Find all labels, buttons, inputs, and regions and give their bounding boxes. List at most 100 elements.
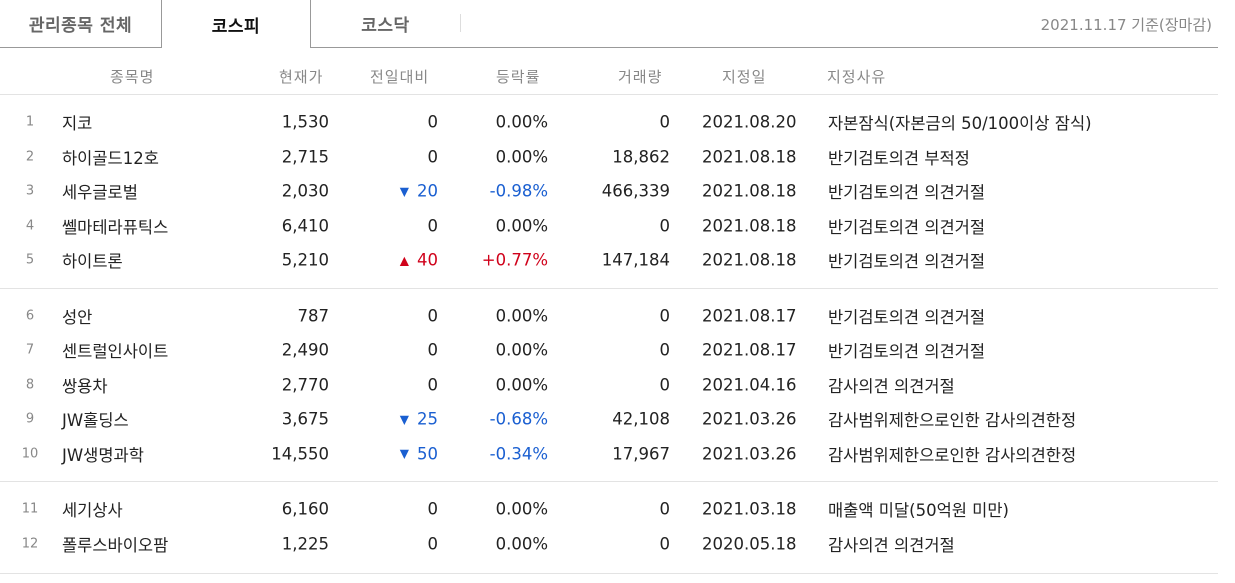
designation-date: 2021.08.18 (702, 216, 797, 236)
designation-reason: 반기검토의견 의견거절 (828, 252, 986, 272)
designation-reason: 반기검토의견 의견거절 (828, 217, 986, 237)
stock-name-link[interactable]: 센트럴인사이트 (62, 338, 168, 362)
change-cell: 0 (428, 375, 439, 394)
row-number: 3 (25, 183, 35, 199)
designation-reason: 감사의견 의견거절 (828, 535, 955, 555)
change-value: 0 (427, 216, 439, 236)
stock-name-link[interactable]: JW홀딩스 (62, 407, 129, 431)
table-header: 종목명 현재가 전일대비 등락률 거래량 지정일 지정사유 (0, 48, 1218, 95)
table-row: 10 JW생명과학 14,550 ▼ 50 -0.34% 17,967 2021.03.26 감… (0, 437, 1218, 472)
change-value: 25 (417, 409, 438, 429)
designation-date: 2021.03.26 (702, 444, 797, 464)
trade-volume: 0 (659, 375, 671, 395)
designation-date: 2021.03.18 (702, 499, 797, 519)
designation-reason: 감사범위제한으로인한 감사의견한정 (828, 445, 1077, 465)
designation-date: 2021.08.17 (702, 306, 797, 326)
table-row: 11 세기상사 6,160 0 0.00% 0 2021.03.18 매출액 미달(50억원 … (0, 492, 1218, 527)
table-row: 4 쎌마테라퓨틱스 6,410 0 0.00% 0 2021.08.18 반기검토의견 의견거… (0, 209, 1218, 244)
change-cell: ▼ 20 (400, 182, 438, 201)
current-price: 787 (297, 306, 330, 326)
current-price: 1,530 (281, 112, 329, 132)
table-row: 8 쌍용차 2,770 0 0.00% 0 2021.04.16 감사의견 의견거절 (0, 368, 1218, 403)
row-number: 4 (25, 218, 35, 234)
change-cell: 0 (428, 113, 439, 132)
stock-name-link[interactable]: 세기상사 (62, 497, 123, 521)
stock-name-link[interactable]: JW생명과학 (62, 442, 144, 466)
stock-name-link[interactable]: 하이트론 (62, 248, 123, 272)
change-rate: 0.00% (495, 375, 548, 395)
as-of-date: 2021.11.17 기준(장마감) (1040, 16, 1212, 34)
designation-date: 2021.08.18 (702, 147, 797, 167)
designation-reason: 반기검토의견 의견거절 (828, 183, 986, 203)
change-rate: -0.34% (489, 444, 548, 464)
designation-reason: 매출액 미달(50억원 미만) (828, 501, 1009, 521)
designation-reason: 자본잠식(자본금의 50/100이상 잠식) (828, 114, 1092, 134)
row-number: 9 (25, 411, 35, 427)
stock-name-link[interactable]: 지코 (62, 110, 92, 134)
change-rate: 0.00% (495, 499, 548, 519)
change-rate: 0.00% (495, 216, 548, 236)
designation-date: 2020.05.18 (702, 534, 797, 554)
col-rate-header: 등락률 (496, 68, 541, 86)
trade-volume: 0 (659, 499, 671, 519)
stock-name-link[interactable]: 하이골드12호 (62, 145, 159, 169)
change-rate: +0.77% (481, 250, 548, 270)
tab-kospi[interactable]: 코스피 (162, 0, 311, 48)
current-price: 5,210 (281, 250, 329, 270)
stock-name-link[interactable]: 세우글로벌 (62, 179, 138, 203)
trade-volume: 0 (659, 340, 671, 360)
trade-volume: 42,108 (612, 409, 670, 429)
designation-reason: 반기검토의견 의견거절 (828, 342, 986, 362)
row-number: 7 (25, 342, 35, 358)
current-price: 6,160 (281, 499, 329, 519)
trade-volume: 18,862 (612, 147, 670, 167)
designation-date: 2021.08.18 (702, 250, 797, 270)
triangle-down-icon: ▼ (399, 412, 409, 427)
table-row: 9 JW홀딩스 3,675 ▼ 25 -0.68% 42,108 2021.03.26 감사범위… (0, 402, 1218, 437)
col-volume-header: 거래량 (618, 68, 663, 86)
col-change-header: 전일대비 (370, 68, 430, 86)
change-rate: 0.00% (495, 306, 548, 326)
row-group: 11 세기상사 6,160 0 0.00% 0 2021.03.18 매출액 미달(50억원 … (0, 482, 1218, 574)
change-value: 0 (427, 112, 439, 132)
table-row: 7 센트럴인사이트 2,490 0 0.00% 0 2021.08.17 반기검토의견 의견거… (0, 333, 1218, 368)
change-cell: 0 (428, 306, 439, 325)
change-value: 0 (427, 499, 439, 519)
designation-date: 2021.08.17 (702, 340, 797, 360)
designation-date: 2021.04.16 (702, 375, 797, 395)
designation-date: 2021.08.18 (702, 181, 797, 201)
change-value: 0 (427, 340, 439, 360)
table-row: 5 하이트론 5,210 ▲ 40 +0.77% 147,184 2021.08.18 반기검토… (0, 243, 1218, 278)
stock-name-link[interactable]: 폴루스바이오팜 (62, 532, 168, 556)
current-price: 14,550 (271, 444, 329, 464)
change-cell: 0 (428, 341, 439, 360)
trade-volume: 0 (659, 306, 671, 326)
change-value: 0 (427, 375, 439, 395)
table-row: 3 세우글로벌 2,030 ▼ 20 -0.98% 466,339 2021.08.18 반기검… (0, 174, 1218, 209)
tab-kosdaq[interactable]: 코스닥 (311, 14, 461, 36)
change-cell: 0 (428, 534, 439, 553)
trade-volume: 0 (659, 534, 671, 554)
row-number: 12 (21, 536, 39, 552)
trade-volume: 0 (659, 216, 671, 236)
row-number: 10 (21, 446, 39, 462)
current-price: 2,770 (281, 375, 329, 395)
table-row: 2 하이골드12호 2,715 0 0.00% 18,862 2021.08.18 반기검토의… (0, 140, 1218, 175)
change-value: 40 (417, 250, 438, 270)
row-group: 1 지코 1,530 0 0.00% 0 2021.08.20 자본잠식(자본금의 50/10… (0, 95, 1218, 289)
triangle-down-icon: ▼ (399, 184, 409, 199)
row-number: 11 (21, 501, 39, 517)
stock-name-link[interactable]: 쌍용차 (62, 373, 108, 397)
designation-reason: 반기검토의견 부적정 (828, 148, 970, 168)
stock-name-link[interactable]: 쎌마테라퓨틱스 (62, 214, 168, 238)
current-price: 2,490 (281, 340, 329, 360)
current-price: 3,675 (281, 409, 329, 429)
stock-name-link[interactable]: 성안 (62, 304, 92, 328)
change-rate: -0.68% (489, 409, 548, 429)
current-price: 2,715 (281, 147, 329, 167)
current-price: 1,225 (281, 534, 329, 554)
current-price: 6,410 (281, 216, 329, 236)
change-rate: 0.00% (495, 112, 548, 132)
market-tabs: 관리종목 전체 코스피 코스닥 2021.11.17 기준(장마감) (0, 0, 1218, 48)
tab-all[interactable]: 관리종목 전체 (0, 0, 162, 47)
